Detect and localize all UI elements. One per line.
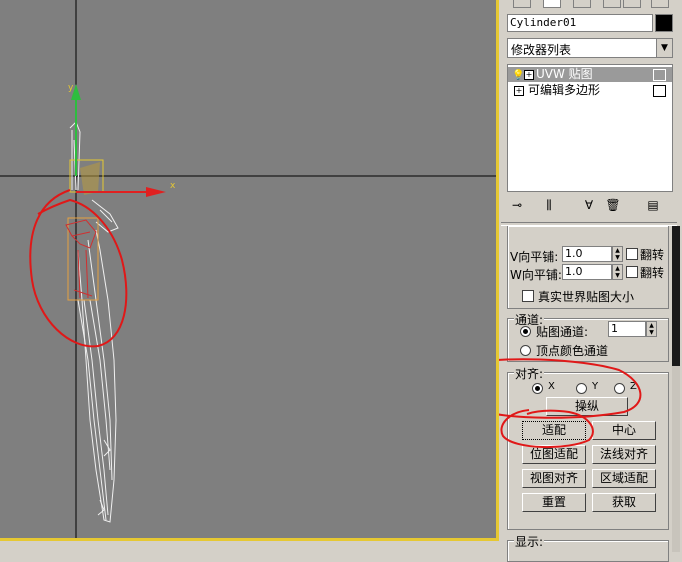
fit-button[interactable]: 适配 xyxy=(522,421,586,440)
region-fit-button[interactable]: 区域适配 xyxy=(592,469,656,488)
object-name-field[interactable]: Cylinder01 xyxy=(507,14,653,32)
modifier-list-label: 修改器列表 xyxy=(511,43,572,57)
align-x-radio[interactable] xyxy=(532,383,543,394)
real-world-size-checkbox[interactable] xyxy=(522,290,534,302)
configure-modifier-sets-icon[interactable]: ▤ xyxy=(643,196,663,214)
v-flip-checkbox[interactable] xyxy=(626,248,638,260)
align-y-label: Y xyxy=(592,381,599,392)
utilities-tab-icon[interactable] xyxy=(651,0,669,8)
panel-scrollbar[interactable] xyxy=(672,226,680,552)
align-x-label: X xyxy=(548,381,555,392)
w-tile-label: W向平铺: xyxy=(510,268,562,282)
perspective-viewport[interactable]: y x xyxy=(0,0,499,541)
align-z-label: Z xyxy=(630,381,637,392)
map-channel-label: 贴图通道: xyxy=(536,325,589,339)
modifier-instance-icon xyxy=(653,85,666,97)
bitmap-fit-button[interactable]: 位图适配 xyxy=(522,445,586,464)
command-panel: Cylinder01 修改器列表 ▼ 💡 + UVW 贴图 + 可编辑多边形 ⊸… xyxy=(499,0,682,562)
align-z-radio[interactable] xyxy=(614,383,625,394)
lightbulb-icon[interactable]: 💡 xyxy=(512,68,524,81)
stack-item-label: 可编辑多边形 xyxy=(528,83,601,97)
v-tile-label: V向平铺: xyxy=(510,250,559,264)
stack-item-label: UVW 贴图 xyxy=(536,67,593,81)
panel-tab-strip xyxy=(499,0,682,8)
axis-x-label: x xyxy=(170,181,176,191)
pin-stack-icon[interactable]: ⊸ xyxy=(507,196,527,214)
make-unique-icon[interactable]: ∀ xyxy=(579,196,599,214)
normal-align-button[interactable]: 法线对齐 xyxy=(592,445,656,464)
acquire-button[interactable]: 获取 xyxy=(592,493,656,512)
gizmo-fill xyxy=(80,162,100,195)
modify-tab-icon[interactable] xyxy=(543,0,561,8)
display-tab-icon[interactable] xyxy=(623,0,641,8)
v-tile-input[interactable]: 1.0 xyxy=(562,246,612,262)
chevron-down-icon[interactable]: ▼ xyxy=(656,39,672,57)
alignment-group-title: 对齐: xyxy=(514,365,545,382)
v-flip-label: 翻转 xyxy=(640,248,665,262)
w-tile-spinner[interactable]: ▲ ▼ xyxy=(612,264,623,280)
view-align-button[interactable]: 视图对齐 xyxy=(522,469,586,488)
map-channel-input[interactable]: 1 xyxy=(608,321,646,337)
motion-tab-icon[interactable] xyxy=(603,0,621,8)
reset-button[interactable]: 重置 xyxy=(522,493,586,512)
hierarchy-tab-icon[interactable] xyxy=(573,0,591,8)
display-group: 显示: xyxy=(507,533,669,562)
expand-icon[interactable]: + xyxy=(514,86,524,96)
alignment-group: 对齐: X Y Z 操纵 适配 中心 位图适配 法线对齐 视图对齐 区域适配 重… xyxy=(507,365,669,530)
scrollbar-thumb[interactable] xyxy=(672,226,680,366)
map-channel-radio[interactable] xyxy=(520,326,531,337)
create-tab-icon[interactable] xyxy=(513,0,531,8)
stack-toolbar: ⊸ ⫼ ∀ 🗑 ▤ xyxy=(507,196,673,216)
tiling-rollout: V向平铺: 1.0 ▲ ▼ 翻转 W向平铺: 1.0 ▲ ▼ 翻转 真实世界贴图大小 xyxy=(507,226,669,309)
w-flip-label: 翻转 xyxy=(640,266,665,280)
modifier-stack: 💡 + UVW 贴图 + 可编辑多边形 xyxy=(507,64,673,192)
show-end-result-icon[interactable]: ⫼ xyxy=(539,196,559,214)
channel-group: 通道: 贴图通道: 1 ▲ ▼ 顶点颜色通道 xyxy=(507,311,669,362)
expand-icon[interactable]: + xyxy=(524,70,534,80)
center-button[interactable]: 中心 xyxy=(592,421,656,440)
map-channel-spinner[interactable]: ▲ ▼ xyxy=(646,321,657,337)
object-color-swatch[interactable] xyxy=(655,14,673,32)
modifier-list-dropdown[interactable]: 修改器列表 ▼ xyxy=(507,38,673,58)
remove-modifier-icon[interactable]: 🗑 xyxy=(603,196,623,214)
vertex-color-label: 顶点颜色通道 xyxy=(536,344,609,358)
stack-item-uvw-map[interactable]: 💡 + UVW 贴图 xyxy=(508,67,672,82)
x-axis-arrow xyxy=(146,187,166,197)
viewport-canvas: y x xyxy=(0,0,496,538)
manipulate-button[interactable]: 操纵 xyxy=(546,397,628,416)
align-y-radio[interactable] xyxy=(576,383,587,394)
v-tile-spinner[interactable]: ▲ ▼ xyxy=(612,246,623,262)
stack-item-editable-poly[interactable]: + 可编辑多边形 xyxy=(508,83,672,98)
axis-y-label: y xyxy=(68,83,74,93)
display-group-title: 显示: xyxy=(514,533,545,550)
w-tile-input[interactable]: 1.0 xyxy=(562,264,612,280)
vertex-color-radio[interactable] xyxy=(520,345,531,356)
modifier-instance-icon xyxy=(653,69,666,81)
guard-box xyxy=(67,217,99,301)
real-world-size-label: 真实世界贴图大小 xyxy=(538,290,635,304)
w-flip-checkbox[interactable] xyxy=(626,266,638,278)
